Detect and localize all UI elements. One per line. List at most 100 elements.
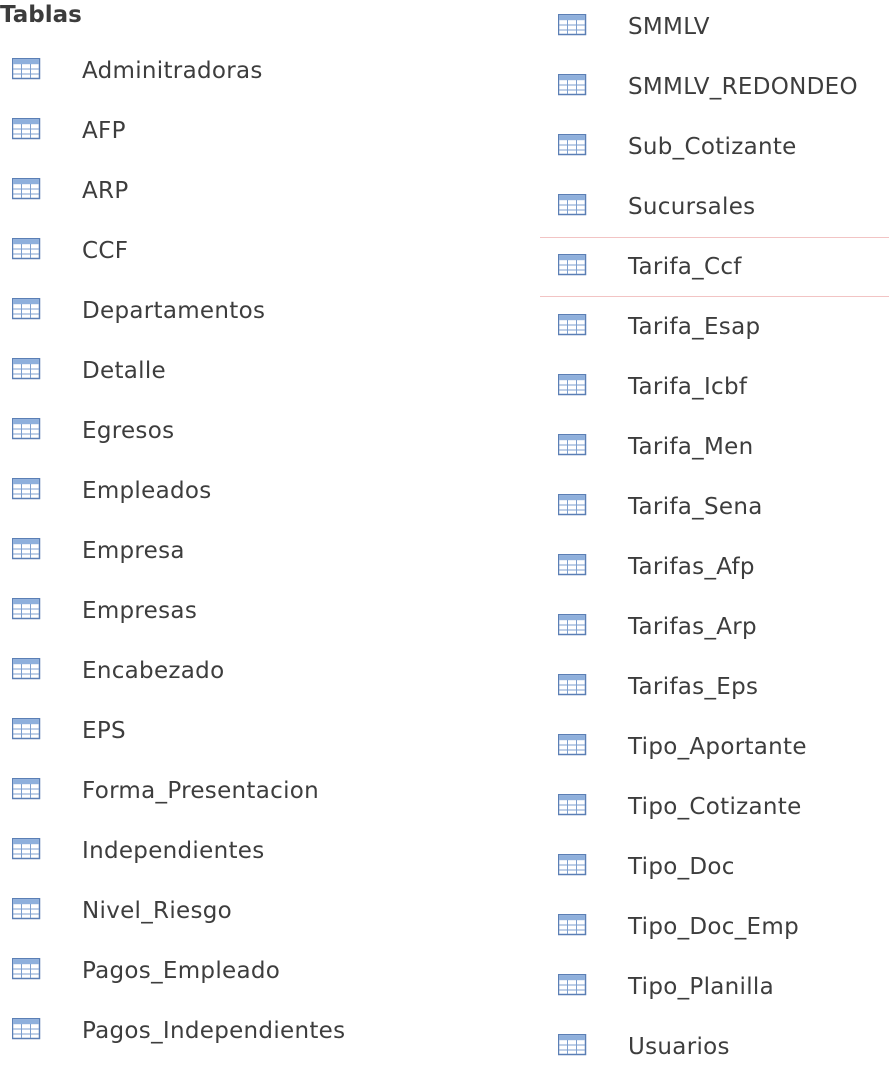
table-item-label: Tipo_Doc <box>628 854 735 880</box>
table-item-label: Tarifas_Eps <box>628 674 759 700</box>
table-item-label: Egresos <box>82 418 175 444</box>
table-item-departamentos[interactable]: Departamentos <box>0 281 520 341</box>
table-item-adminitradoras[interactable]: Adminitradoras <box>0 41 520 101</box>
table-item-egresos[interactable]: Egresos <box>0 401 520 461</box>
table-item-sucursales[interactable]: Sucursales <box>540 177 889 237</box>
table-item-label: Tipo_Planilla <box>628 974 774 1000</box>
table-item-label: Tarifa_Sena <box>628 494 763 520</box>
table-icon <box>11 417 46 444</box>
table-item-tarifas-arp[interactable]: Tarifas_Arp <box>540 597 889 657</box>
table-item-ccf[interactable]: CCF <box>0 221 520 281</box>
table-item-label: ARP <box>82 178 129 204</box>
table-icon <box>11 657 46 684</box>
table-icon <box>11 177 46 204</box>
table-item-label: Independientes <box>82 838 265 864</box>
table-item-pagos-independientes[interactable]: Pagos_Independientes <box>0 1001 520 1061</box>
table-item-tipo-aportante[interactable]: Tipo_Aportante <box>540 717 889 777</box>
table-icon <box>11 57 46 84</box>
table-item-label: SMMLV <box>628 14 710 40</box>
table-item-label: Tarifa_Icbf <box>628 374 748 400</box>
table-icon <box>11 597 46 624</box>
table-icon <box>11 777 46 804</box>
table-item-nivel-riesgo[interactable]: Nivel_Riesgo <box>0 881 520 941</box>
table-icon <box>557 373 592 400</box>
table-item-label: Tipo_Cotizante <box>628 794 802 820</box>
table-item-tipo-planilla[interactable]: Tipo_Planilla <box>540 957 889 1017</box>
table-item-tarifa-esap[interactable]: Tarifa_Esap <box>540 297 889 357</box>
table-item-smmlv[interactable]: SMMLV <box>540 0 889 57</box>
table-item-tarifas-eps[interactable]: Tarifas_Eps <box>540 657 889 717</box>
table-icon <box>557 853 592 880</box>
section-title-tablas: Tablas <box>0 2 82 28</box>
table-item-empleados[interactable]: Empleados <box>0 461 520 521</box>
table-item-label: EPS <box>82 718 126 744</box>
table-icon <box>557 133 592 160</box>
table-icon <box>557 493 592 520</box>
table-item-tipo-doc[interactable]: Tipo_Doc <box>540 837 889 897</box>
table-item-label: Usuarios <box>628 1034 730 1060</box>
table-icon <box>557 253 592 280</box>
table-icon <box>557 313 592 340</box>
table-item-tipo-cotizante[interactable]: Tipo_Cotizante <box>540 777 889 837</box>
table-item-label: Sucursales <box>628 194 756 220</box>
table-item-label: SMMLV_REDONDEO <box>628 74 858 100</box>
table-item-label: Departamentos <box>82 298 266 324</box>
table-item-eps[interactable]: EPS <box>0 701 520 761</box>
table-icon <box>11 537 46 564</box>
table-icon <box>557 793 592 820</box>
table-icon <box>11 717 46 744</box>
table-icon <box>557 613 592 640</box>
table-item-label: AFP <box>82 118 126 144</box>
table-item-label: Tarifas_Afp <box>628 554 755 580</box>
table-item-arp[interactable]: ARP <box>0 161 520 221</box>
table-icon <box>557 973 592 1000</box>
table-item-label: Tarifa_Men <box>628 434 754 460</box>
table-item-tarifa-sena[interactable]: Tarifa_Sena <box>540 477 889 537</box>
table-item-forma-presentacion[interactable]: Forma_Presentacion <box>0 761 520 821</box>
table-item-label: CCF <box>82 238 129 264</box>
table-icon <box>11 297 46 324</box>
table-item-independientes[interactable]: Independientes <box>0 821 520 881</box>
table-item-label: Forma_Presentacion <box>82 778 320 804</box>
table-icon <box>557 553 592 580</box>
table-item-label: Empleados <box>82 478 212 504</box>
table-icon <box>11 117 46 144</box>
table-icon <box>11 1017 46 1044</box>
table-icon <box>11 897 46 924</box>
table-item-detalle[interactable]: Detalle <box>0 341 520 401</box>
table-item-usuarios[interactable]: Usuarios <box>540 1017 889 1077</box>
table-icon <box>11 477 46 504</box>
table-item-pagos-empleado[interactable]: Pagos_Empleado <box>0 941 520 1001</box>
table-icon <box>557 193 592 220</box>
table-item-sub-cotizante[interactable]: Sub_Cotizante <box>540 117 889 177</box>
table-item-label: Tarifa_Ccf <box>628 254 742 280</box>
table-item-empresas[interactable]: Empresas <box>0 581 520 641</box>
table-item-label: Empresas <box>82 598 198 624</box>
table-item-label: Pagos_Independientes <box>82 1018 346 1044</box>
table-icon <box>557 913 592 940</box>
table-item-tarifa-icbf[interactable]: Tarifa_Icbf <box>540 357 889 417</box>
table-item-label: Empresa <box>82 538 185 564</box>
table-item-afp[interactable]: AFP <box>0 101 520 161</box>
table-icon <box>557 733 592 760</box>
table-item-empresa[interactable]: Empresa <box>0 521 520 581</box>
table-icon <box>11 957 46 984</box>
table-item-label: Tipo_Doc_Emp <box>628 914 799 940</box>
table-item-tarifa-men[interactable]: Tarifa_Men <box>540 417 889 477</box>
table-item-label: Pagos_Empleado <box>82 958 281 984</box>
table-item-encabezado[interactable]: Encabezado <box>0 641 520 701</box>
table-item-label: Tipo_Aportante <box>628 734 807 760</box>
table-item-label: Adminitradoras <box>82 58 263 84</box>
table-item-smmlv-redondeo[interactable]: SMMLV_REDONDEO <box>540 57 889 117</box>
table-icon <box>11 237 46 264</box>
table-item-tarifas-afp[interactable]: Tarifas_Afp <box>540 537 889 597</box>
table-icon <box>11 357 46 384</box>
table-item-label: Tarifas_Arp <box>628 614 757 640</box>
table-icon <box>557 673 592 700</box>
table-item-label: Tarifa_Esap <box>628 314 761 340</box>
table-icon <box>557 73 592 100</box>
table-icon <box>557 13 592 40</box>
table-item-label: Sub_Cotizante <box>628 134 797 160</box>
table-item-tipo-doc-emp[interactable]: Tipo_Doc_Emp <box>540 897 889 957</box>
table-item-tarifa-ccf[interactable]: Tarifa_Ccf <box>540 237 889 297</box>
